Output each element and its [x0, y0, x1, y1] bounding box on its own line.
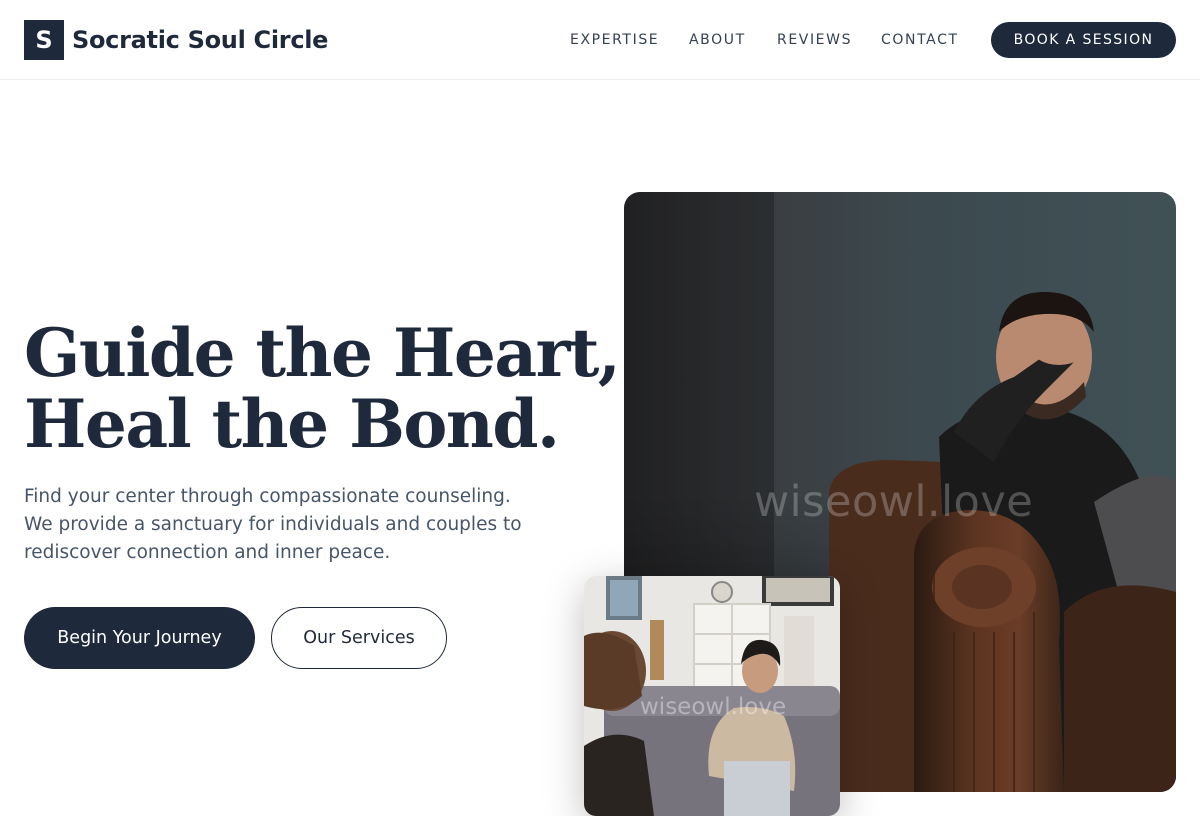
nav-expertise[interactable]: EXPERTISE — [570, 30, 659, 50]
nav-reviews[interactable]: REVIEWS — [777, 30, 852, 50]
nav-about[interactable]: ABOUT — [689, 30, 746, 50]
brand-name[interactable]: Socratic Soul Circle — [72, 24, 328, 56]
hero-secondary-photo: wiseowl.love — [584, 576, 840, 816]
hero-title: Guide the Heart, Heal the Bond. — [24, 314, 621, 463]
book-session-button[interactable]: BOOK A SESSION — [991, 22, 1176, 58]
logo-icon[interactable]: S — [24, 20, 64, 60]
hero-title-line: Guide the Heart, — [24, 314, 621, 392]
hero-description-line: rediscover connection and inner peace. — [24, 542, 391, 563]
hero-description-line: Find your center through compassionate c… — [24, 486, 511, 507]
hero-title-line: Heal the Bond. — [24, 385, 560, 463]
site-header: S Socratic Soul Circle EXPERTISE ABOUT R… — [0, 0, 1200, 80]
our-services-button[interactable]: Our Services — [271, 607, 447, 669]
secondary-photo-watermark: wiseowl.love — [640, 694, 787, 720]
nav-contact[interactable]: CONTACT — [881, 30, 959, 50]
hero-description-line: We provide a sanctuary for individuals a… — [24, 514, 522, 535]
hero-description: Find your center through compassionate c… — [24, 483, 564, 567]
begin-journey-button[interactable]: Begin Your Journey — [24, 607, 255, 669]
main-photo-watermark: wiseowl.love — [754, 477, 1034, 527]
